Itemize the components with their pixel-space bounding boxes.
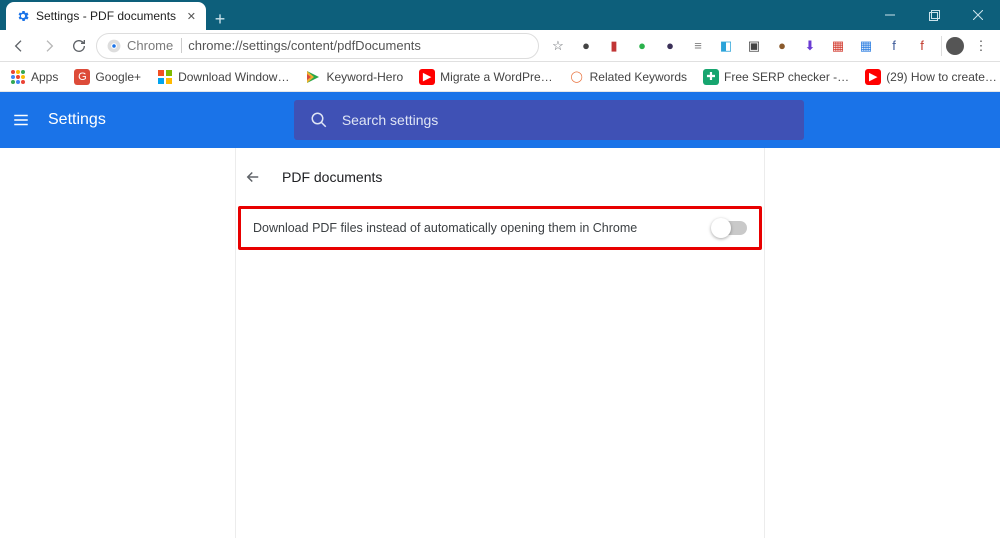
section-title: PDF documents <box>282 169 382 185</box>
bookmark-item[interactable]: Keyword-Hero <box>301 69 407 85</box>
close-window-button[interactable] <box>956 0 1000 30</box>
pdf-download-toggle[interactable] <box>713 221 747 235</box>
settings-search-input[interactable] <box>342 112 788 128</box>
bookmark-label: Google+ <box>95 70 141 84</box>
bookmark-icon <box>157 69 173 85</box>
forward-button[interactable] <box>36 33 62 59</box>
gear-icon <box>16 9 30 23</box>
extension-icons: ☆ ● ▮ ● ● ≡ ◧ ▣ ● ⬇ ▦ ▦ ff <box>543 37 937 55</box>
equalizer-icon[interactable]: ≡ <box>689 37 707 55</box>
settings-title: Settings <box>48 111 106 129</box>
frame-icon[interactable]: ▣ <box>745 37 763 55</box>
toggle-label: Download PDF files instead of automatica… <box>253 221 637 235</box>
bookmark-icon: ▶ <box>419 69 435 85</box>
star-icon[interactable]: ☆ <box>549 37 567 55</box>
apps-shortcut[interactable]: Apps <box>6 69 62 85</box>
bookmark-label: Migrate a WordPre… <box>440 70 552 84</box>
search-icon <box>310 111 328 129</box>
window-controls <box>868 0 1000 30</box>
bookmark-icon <box>305 69 321 85</box>
f-icon[interactable]: f <box>885 37 903 55</box>
cal-icon[interactable]: ▦ <box>829 37 847 55</box>
profile-avatar[interactable] <box>946 37 964 55</box>
divider <box>941 36 942 56</box>
maximize-button[interactable] <box>912 0 956 30</box>
new-tab-button[interactable]: + <box>206 9 234 30</box>
bookmarks-bar: Apps G Google+ Download Window… Keyword-Her… <box>0 62 1000 92</box>
chrome-logo-icon <box>107 39 121 53</box>
bookmark-label: Download Window… <box>178 70 289 84</box>
bookmark-item[interactable]: ▶ Migrate a WordPre… <box>415 69 556 85</box>
download-icon[interactable]: ⬇ <box>801 37 819 55</box>
bookmark-item[interactable]: G Google+ <box>70 69 145 85</box>
close-tab-icon[interactable]: ✕ <box>187 10 196 23</box>
omnibox[interactable]: Chrome chrome://settings/content/pdfDocu… <box>96 33 539 59</box>
chrome-menu-button[interactable]: ⋮ <box>968 33 994 59</box>
capture-icon[interactable]: ◧ <box>717 37 735 55</box>
back-button[interactable] <box>6 33 32 59</box>
camera-icon[interactable]: ● <box>577 37 595 55</box>
window-titlebar: Settings - PDF documents ✕ + <box>0 0 1000 30</box>
grid-icon[interactable]: ▦ <box>857 37 875 55</box>
bookmark-item[interactable]: ✚ Free SERP checker -… <box>699 69 853 85</box>
key-icon[interactable]: ● <box>661 37 679 55</box>
bookmark-icon: G <box>74 69 90 85</box>
f2-icon[interactable]: f <box>913 37 931 55</box>
badge-icon[interactable]: ● <box>633 37 651 55</box>
cookie-icon[interactable]: ● <box>773 37 791 55</box>
bookmark-label: (29) How to create… <box>886 70 997 84</box>
bookmark-item[interactable]: ◯ Related Keywords <box>565 69 691 85</box>
reload-button[interactable] <box>66 33 92 59</box>
back-arrow-icon[interactable] <box>244 168 262 186</box>
tab-title: Settings - PDF documents <box>36 9 176 23</box>
bookmark-label: Free SERP checker -… <box>724 70 849 84</box>
url-text: chrome://settings/content/pdfDocuments <box>188 38 421 53</box>
bookmark-label: Apps <box>31 70 58 84</box>
menu-icon[interactable] <box>12 111 30 129</box>
settings-panel: PDF documents Download PDF files instead… <box>235 148 765 538</box>
bookmark-label: Keyword-Hero <box>326 70 403 84</box>
pdf-download-option: Download PDF files instead of automatica… <box>238 206 762 250</box>
settings-header: Settings <box>0 92 1000 148</box>
bookmark-label: Related Keywords <box>590 70 687 84</box>
bookmark-icon: ◯ <box>569 69 585 85</box>
minimize-button[interactable] <box>868 0 912 30</box>
bookmark-item[interactable]: Download Window… <box>153 69 293 85</box>
browser-tab[interactable]: Settings - PDF documents ✕ <box>6 2 206 30</box>
settings-content: PDF documents Download PDF files instead… <box>0 148 1000 538</box>
bookmark-icon: ✚ <box>703 69 719 85</box>
address-bar: Chrome chrome://settings/content/pdfDocu… <box>0 30 1000 62</box>
security-label: Chrome <box>127 38 182 53</box>
bookmark-icon: ▶ <box>865 69 881 85</box>
bookmark-item[interactable]: ▶ (29) How to create… <box>861 69 1000 85</box>
column-icon[interactable]: ▮ <box>605 37 623 55</box>
settings-search[interactable] <box>294 100 804 140</box>
apps-icon <box>10 69 26 85</box>
toggle-knob <box>711 218 731 238</box>
